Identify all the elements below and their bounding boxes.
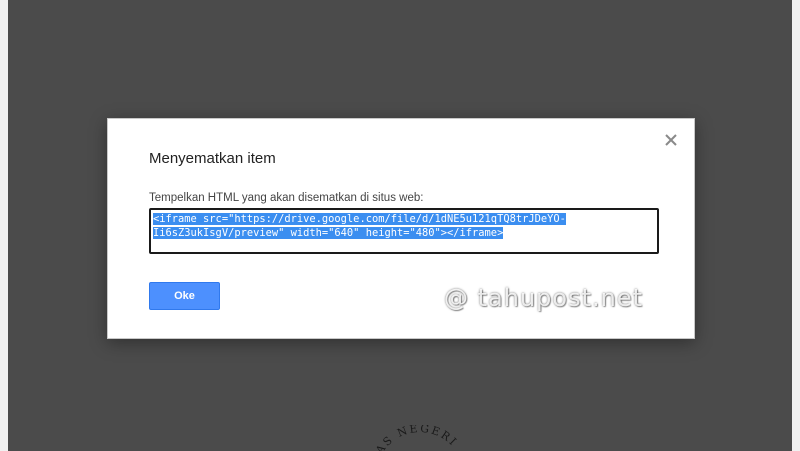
dialog-title: Menyematkan item: [149, 150, 276, 167]
svg-text:AS NEGERI: AS NEGERI: [373, 425, 461, 451]
left-edge: [0, 0, 8, 451]
ok-button[interactable]: Oke: [149, 282, 220, 310]
university-seal: AS NEGERI: [360, 425, 480, 451]
close-button[interactable]: [664, 133, 678, 147]
seal-text: AS NEGERI: [373, 425, 459, 451]
embed-instruction: Tempelkan HTML yang akan disematkan di s…: [149, 192, 424, 204]
watermark: @ tahupost.net: [444, 284, 644, 312]
embed-code-textarea[interactable]: <iframe src="https://drive.google.com/fi…: [149, 208, 659, 254]
close-icon: [665, 134, 677, 146]
embed-code-line-1: <iframe src="https://drive.google.com/fi…: [153, 213, 566, 225]
right-edge: [792, 0, 800, 451]
embed-code-text: <iframe src="https://drive.google.com/fi…: [153, 212, 655, 240]
embed-code-line-2: Ii6sZ3ukIsgV/preview" width="640" height…: [153, 227, 504, 239]
